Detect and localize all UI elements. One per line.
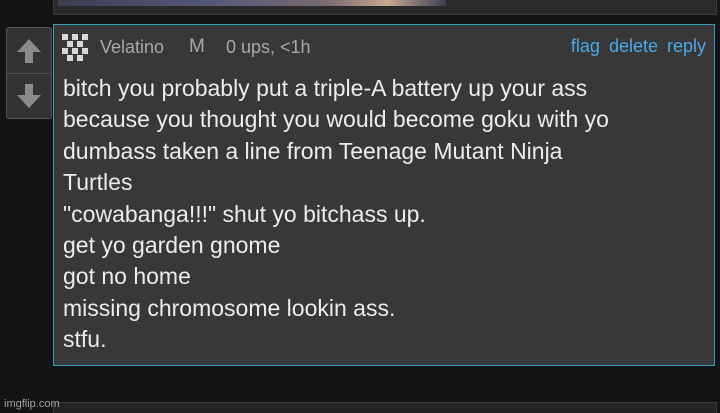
comment-line: missing chromosome lookin ass.	[63, 294, 396, 321]
comment-line: because you thought you would become gok…	[63, 106, 609, 133]
imgflip-watermark: imgflip.com	[4, 398, 60, 410]
vote-box	[6, 27, 52, 119]
author-name[interactable]: Velatino	[100, 37, 164, 58]
arrow-down-icon	[17, 83, 41, 108]
comment-line: bitch you probably put a triple-A batter…	[63, 75, 588, 101]
comment-meta: 0 ups, <1h	[226, 37, 311, 57]
comment-actions: flag delete reply	[571, 36, 706, 57]
comment-line: Turtles	[63, 169, 133, 196]
avatar[interactable]	[60, 32, 90, 62]
comment-line: get yo garden gnome	[63, 232, 281, 259]
flag-link[interactable]: flag	[571, 36, 600, 57]
comment-line: got no home	[63, 263, 191, 290]
arrow-up-icon	[17, 38, 41, 63]
comment-body: bitch you probably put a triple-A batter…	[63, 73, 703, 356]
comment-page: Velatino M 0 ups, <1h flag delete reply …	[0, 0, 720, 413]
mod-badge: M	[189, 36, 205, 57]
comment: Velatino M 0 ups, <1h flag delete reply …	[53, 24, 715, 366]
previous-post-image[interactable]	[58, 0, 446, 6]
upvote-button[interactable]	[7, 28, 51, 74]
reply-link[interactable]: reply	[667, 36, 706, 57]
comment-line: dumbass taken a line from Teenage Mutant…	[63, 137, 563, 164]
next-post	[53, 402, 717, 413]
comment-line: "cowabanga!!!" shut yo bitchass up.	[63, 200, 426, 227]
downvote-button[interactable]	[7, 73, 51, 118]
delete-link[interactable]: delete	[609, 36, 658, 57]
comment-line: stfu.	[63, 326, 107, 353]
